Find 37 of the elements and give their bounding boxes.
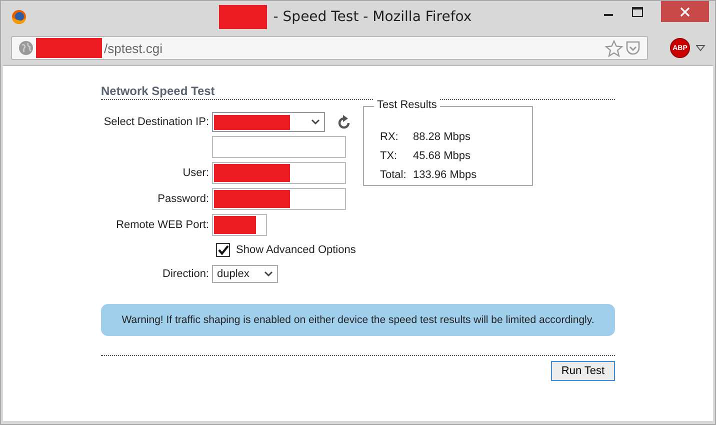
panel-title: Test Results — [374, 99, 440, 111]
destination-select[interactable] — [212, 112, 325, 132]
checkbox[interactable] — [216, 243, 230, 257]
field-label: User: — [182, 167, 209, 179]
result-label: Total: — [380, 169, 408, 183]
result-label: TX: — [380, 150, 398, 164]
address-bar[interactable]: /sptest.cgi — [11, 36, 648, 60]
maximize-icon[interactable] — [632, 6, 643, 16]
warning-message: Warning! If traffic shaping is enabled on either device the speed test results will be limited accordingly. — [101, 304, 615, 336]
redaction-mark — [214, 216, 256, 234]
field-label: Direction: — [162, 268, 209, 280]
input-field[interactable] — [212, 188, 346, 210]
input-field[interactable] — [212, 162, 346, 184]
direction-dropdown[interactable]: duplex — [212, 265, 278, 283]
chevron-icon — [264, 271, 273, 277]
input-field[interactable] — [212, 136, 346, 158]
close-icon — [680, 6, 690, 16]
run-test-button[interactable]: Run Test — [551, 361, 615, 381]
input-field[interactable] — [212, 214, 267, 236]
pocket-icon[interactable] — [625, 40, 641, 56]
globe-icon — [18, 40, 34, 56]
firefox-logo-icon — [11, 9, 27, 25]
result-value: 45.68 Mbps — [413, 150, 470, 164]
result-value: 133.96 Mbps — [413, 169, 477, 183]
result-label: RX: — [380, 131, 400, 145]
url-text: /sptest.cgi — [104, 40, 163, 56]
chevron-icon — [311, 119, 320, 125]
field-label: Select Destination IP: — [104, 116, 209, 128]
close-button[interactable] — [661, 1, 709, 22]
dropdown-arrow-icon[interactable] — [696, 45, 705, 51]
refresh-icon[interactable] — [337, 114, 351, 130]
star-icon[interactable] — [605, 40, 623, 56]
field-label: Remote WEB Port: — [116, 219, 209, 231]
result-value: 88.28 Mbps — [413, 131, 470, 145]
field-label: Password: — [158, 193, 209, 205]
window-title: - Speed Test - Mozilla Firefox — [273, 9, 472, 25]
checkbox-label: Show Advanced Options — [236, 244, 356, 256]
